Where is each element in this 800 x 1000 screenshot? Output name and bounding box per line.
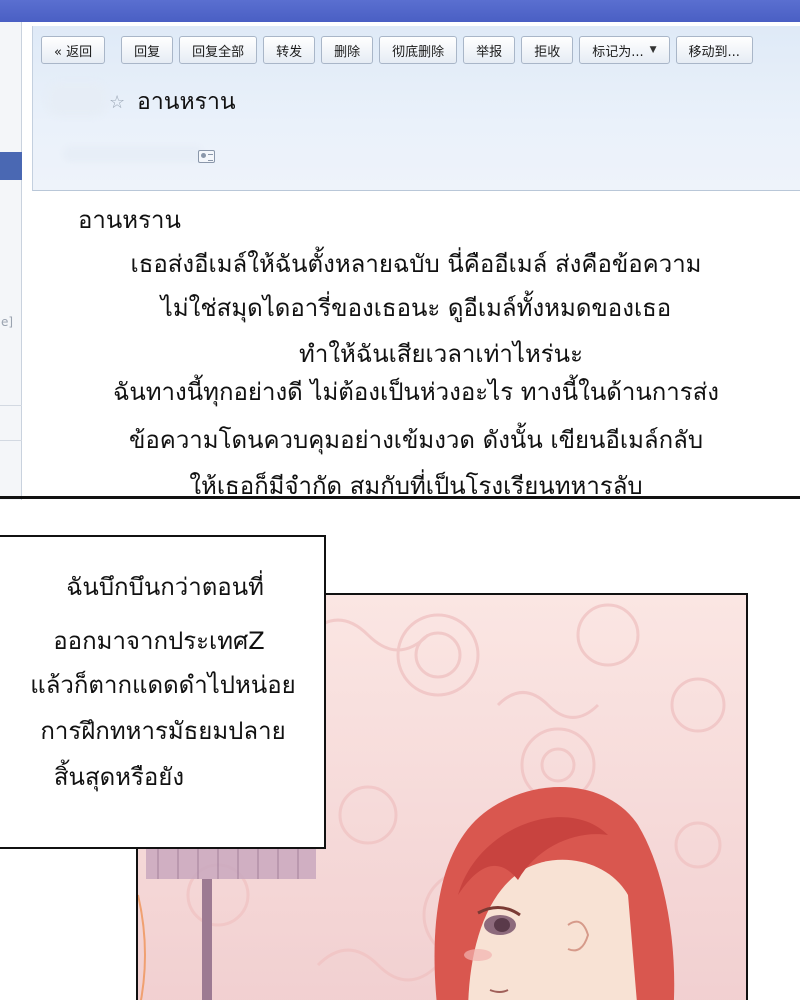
narration-line: การฝึกทหารมัธยมปลาย: [40, 717, 286, 745]
move-to-button[interactable]: 移动到...: [675, 36, 753, 64]
mail-body-line: ให้เธอก็มีจำกัด สมกับที่เป็นโรงเรียนทหาร…: [189, 472, 643, 500]
mail-toolbar: « 返回 回复 回复全部 转发 删除 彻底删除 举报 拒收 标记为... ▼ 移…: [41, 36, 753, 64]
folder-sidebar: e]: [0, 22, 22, 500]
mail-greeting: อานหราน: [78, 206, 181, 234]
mail-body-line: เธอส่งอีเมล์ให้ฉันตั้งหลายฉบับ นี่คืออีเ…: [130, 250, 702, 278]
reject-button[interactable]: 拒收: [521, 36, 574, 64]
email-panel: e] « 返回 回复 回复全部 转发 删除 彻底删除 举报 拒收 标记为... …: [0, 0, 800, 500]
back-button[interactable]: « 返回: [41, 36, 106, 64]
sidebar-divider: [0, 405, 22, 406]
delete-permanently-button[interactable]: 彻底删除: [379, 36, 458, 64]
chevron-down-icon: ▼: [649, 45, 657, 55]
window-title-bar: [0, 0, 800, 22]
selected-folder-highlight[interactable]: [0, 152, 22, 180]
reply-all-button[interactable]: 回复全部: [179, 36, 258, 64]
panel-divider: [0, 496, 800, 499]
toolbar-separator: [111, 36, 115, 64]
narration-line: สิ้นสุดหรือยัง: [53, 763, 185, 791]
blurred-sender-address: [63, 146, 203, 162]
mail-subject: อานหราน: [137, 89, 236, 115]
report-button[interactable]: 举报: [463, 36, 516, 64]
mail-body-line: ไม่ใช่สมุดไดอารี่ของเธอนะ ดูอีเมล์ทั้งหม…: [160, 294, 672, 322]
sidebar-divider: [0, 440, 22, 441]
contact-card-icon[interactable]: [198, 150, 215, 163]
mark-as-dropdown[interactable]: 标记为... ▼: [579, 36, 670, 64]
narration-line: ออกมาจากประเทศZ: [53, 627, 265, 655]
mark-as-label: 标记为...: [592, 44, 644, 60]
mail-header: « 返回 回复 回复全部 转发 删除 彻底删除 举报 拒收 标记为... ▼ 移…: [32, 26, 800, 191]
narration-box: ฉันบึกบึนกว่าตอนที่ ออกมาจากประเทศZ แล้ว…: [0, 535, 326, 849]
narration-line: แล้วก็ตากแดดดำไปหน่อย: [30, 671, 296, 699]
mail-body-line: ข้อความโดนควบคุมอย่างเข้มงวด ดังนั้น เขี…: [128, 426, 704, 454]
star-icon[interactable]: ☆: [109, 92, 125, 113]
reply-button[interactable]: 回复: [121, 36, 174, 64]
mail-body-line: ฉันทางนี้ทุกอย่างดี ไม่ต้องเป็นห่วงอะไร …: [112, 378, 720, 406]
delete-button[interactable]: 删除: [321, 36, 374, 64]
mail-body: อานหราน เธอส่งอีเมล์ให้ฉันตั้งหลายฉบับ น…: [32, 192, 800, 500]
forward-button[interactable]: 转发: [263, 36, 316, 64]
blurred-avatar: [47, 82, 107, 116]
mail-body-line: ทำให้ฉันเสียเวลาเท่าไหร่นะ: [299, 340, 583, 368]
narration-line: ฉันบึกบึนกว่าตอนที่: [66, 573, 264, 601]
sidebar-truncated-label: e]: [1, 315, 14, 329]
